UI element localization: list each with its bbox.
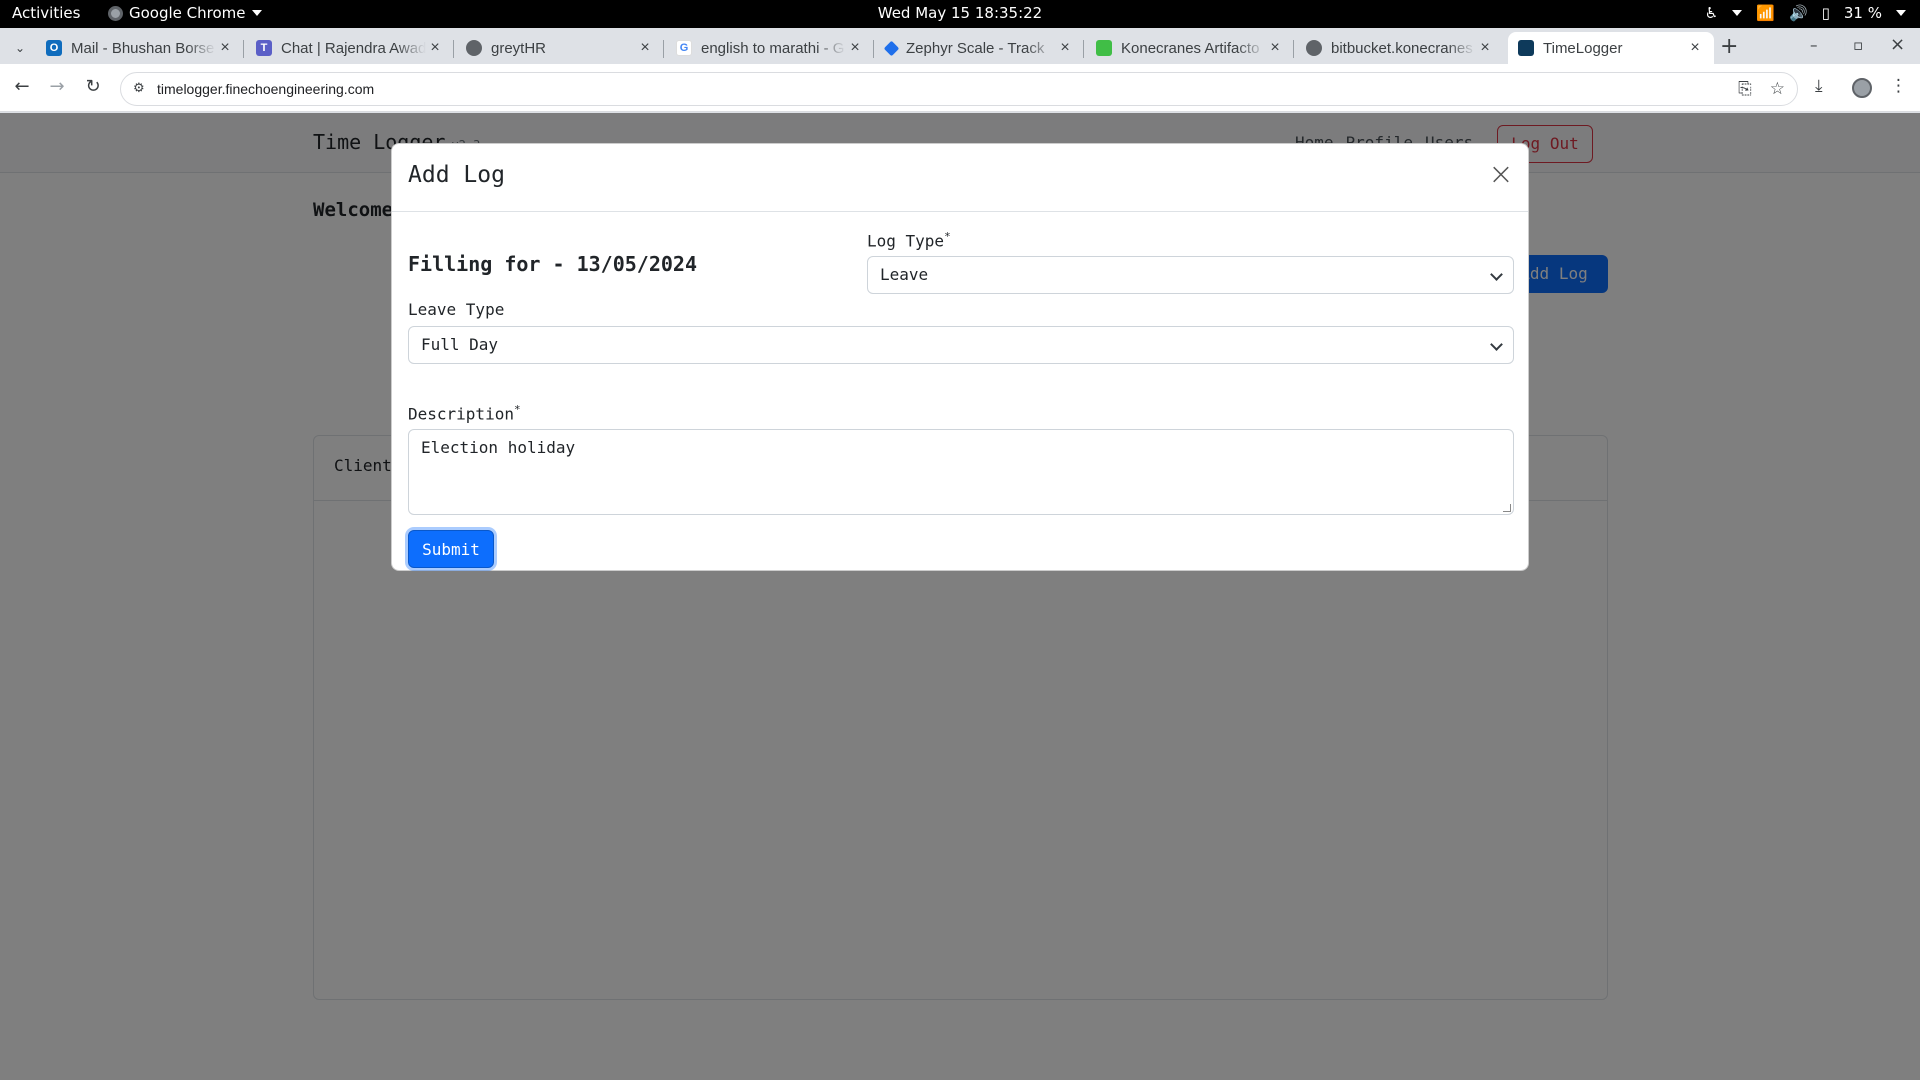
tab-google-translate[interactable]: G english to marathi - G × — [666, 32, 874, 64]
log-type-select[interactable]: Leave — [867, 256, 1514, 294]
address-bar[interactable]: ⚙ timelogger.finechoengineering.com ⎘ ☆ — [120, 72, 1798, 106]
reload-button[interactable]: ↻ — [81, 76, 105, 97]
minimize-button[interactable]: – — [1810, 36, 1818, 54]
maximize-button[interactable]: ▫ — [1853, 36, 1863, 54]
battery-level: 31 % — [1843, 4, 1882, 22]
chevron-down-icon — [1896, 10, 1906, 16]
close-icon[interactable]: × — [426, 39, 444, 57]
timelogger-icon — [1518, 40, 1534, 56]
chevron-down-icon — [1490, 338, 1503, 351]
leave-type-value: Full Day — [421, 335, 499, 354]
install-app-icon[interactable]: ⎘ — [1738, 79, 1752, 99]
wifi-icon: 📶 — [1756, 4, 1775, 22]
tab-strip: ⌄ O Mail - Bhushan Borse × T Chat | Raje… — [0, 28, 1920, 64]
close-icon[interactable]: × — [1486, 160, 1516, 192]
accessibility-icon: ♿ — [1704, 4, 1719, 22]
leave-type-select[interactable]: Full Day — [408, 326, 1514, 364]
app-menu-label: Google Chrome — [129, 4, 246, 22]
modal-header: Add Log × — [392, 144, 1528, 212]
tab-search-button[interactable]: ⌄ — [8, 36, 32, 60]
artifactory-icon — [1096, 40, 1112, 56]
battery-icon: ▯ — [1821, 4, 1830, 22]
description-label-text: Description — [408, 404, 514, 424]
avatar — [1852, 78, 1872, 98]
google-icon: G — [676, 40, 692, 56]
close-icon[interactable]: × — [636, 39, 654, 57]
tab-artifactory[interactable]: Konecranes Artifacto × — [1086, 32, 1294, 64]
tab-title: bitbucket.konecranes — [1331, 39, 1473, 57]
app-menu[interactable]: Google Chrome — [108, 4, 262, 22]
description-value: Election holiday — [421, 438, 576, 457]
tab-greythr[interactable]: greytHR × — [456, 32, 664, 64]
tab-title: Zephyr Scale - Track — [906, 39, 1045, 57]
browser-toolbar: ← → ↻ ⚙ timelogger.finechoengineering.co… — [0, 64, 1920, 112]
tab-zephyr[interactable]: Zephyr Scale - Track × — [876, 32, 1084, 64]
log-type-label-text: Log Type — [867, 231, 945, 251]
close-icon[interactable]: × — [846, 39, 864, 57]
add-log-modal: Add Log × Filling for - 13/05/2024 Log T… — [391, 143, 1529, 571]
close-icon[interactable]: × — [1476, 39, 1494, 57]
globe-icon — [1306, 40, 1322, 56]
system-top-bar: Activities Google Chrome Wed May 15 18:3… — [0, 0, 1920, 28]
forward-button[interactable]: → — [45, 76, 69, 97]
filling-for-date: Filling for - 13/05/2024 — [408, 252, 697, 276]
resize-handle-icon[interactable] — [1503, 504, 1511, 512]
tab-chat[interactable]: T Chat | Rajendra Awad × — [246, 32, 454, 64]
tab-timelogger[interactable]: TimeLogger × — [1508, 32, 1714, 64]
tab-title: greytHR — [491, 39, 547, 57]
chrome-icon — [108, 5, 123, 21]
leave-type-label: Leave Type — [408, 300, 505, 319]
web-page: Time Loggerv2.3 Home Profile Users Log O… — [0, 113, 1920, 1080]
clock[interactable]: Wed May 15 18:35:22 — [878, 4, 1042, 22]
system-tray[interactable]: ♿ 📶 🔊 ▯ 31 % — [1705, 4, 1906, 22]
close-icon[interactable]: × — [1686, 39, 1704, 57]
tab-title: Konecranes Artifacto — [1121, 39, 1260, 57]
globe-icon — [466, 40, 482, 56]
zephyr-icon — [883, 40, 900, 56]
close-icon[interactable]: × — [1266, 39, 1284, 57]
description-label: Description* — [408, 403, 521, 423]
download-icon[interactable]: ⤓ — [1815, 76, 1823, 96]
tab-title: Chat | Rajendra Awad — [281, 39, 426, 57]
chevron-down-icon — [1490, 268, 1503, 281]
tab-title: Mail - Bhushan Borse — [71, 39, 215, 57]
required-mark: * — [944, 230, 951, 243]
back-button[interactable]: ← — [10, 76, 34, 97]
required-mark: * — [513, 403, 521, 416]
description-textarea[interactable]: Election holiday — [408, 429, 1514, 515]
profile-button[interactable] — [1852, 78, 1872, 98]
bookmark-star-icon[interactable]: ☆ — [1770, 79, 1785, 99]
menu-kebab-icon[interactable]: ⋮ — [1890, 76, 1907, 96]
log-type-value: Leave — [880, 265, 929, 284]
log-type-label: Log Type* — [867, 230, 951, 250]
submit-button[interactable]: Submit — [408, 530, 494, 568]
volume-icon: 🔊 — [1788, 4, 1808, 22]
outlook-icon: O — [46, 40, 62, 56]
tab-title: TimeLogger — [1543, 39, 1623, 57]
modal-title: Add Log — [408, 162, 505, 188]
url-text[interactable]: timelogger.finechoengineering.com — [157, 81, 374, 97]
activities-button[interactable]: Activities — [12, 4, 80, 22]
close-icon[interactable]: × — [1056, 39, 1074, 57]
tab-title: english to marathi - G — [701, 39, 845, 57]
site-info-icon[interactable]: ⚙ — [133, 81, 145, 96]
tab-mail[interactable]: O Mail - Bhushan Borse × — [36, 32, 244, 64]
tab-bitbucket[interactable]: bitbucket.konecranes × — [1296, 32, 1504, 64]
new-tab-button[interactable]: + — [1720, 34, 1738, 59]
close-icon[interactable]: × — [216, 39, 234, 57]
chevron-down-icon — [251, 10, 262, 16]
teams-icon: T — [256, 40, 272, 56]
chevron-down-icon — [1732, 10, 1743, 16]
window-close-button[interactable]: × — [1890, 34, 1905, 55]
